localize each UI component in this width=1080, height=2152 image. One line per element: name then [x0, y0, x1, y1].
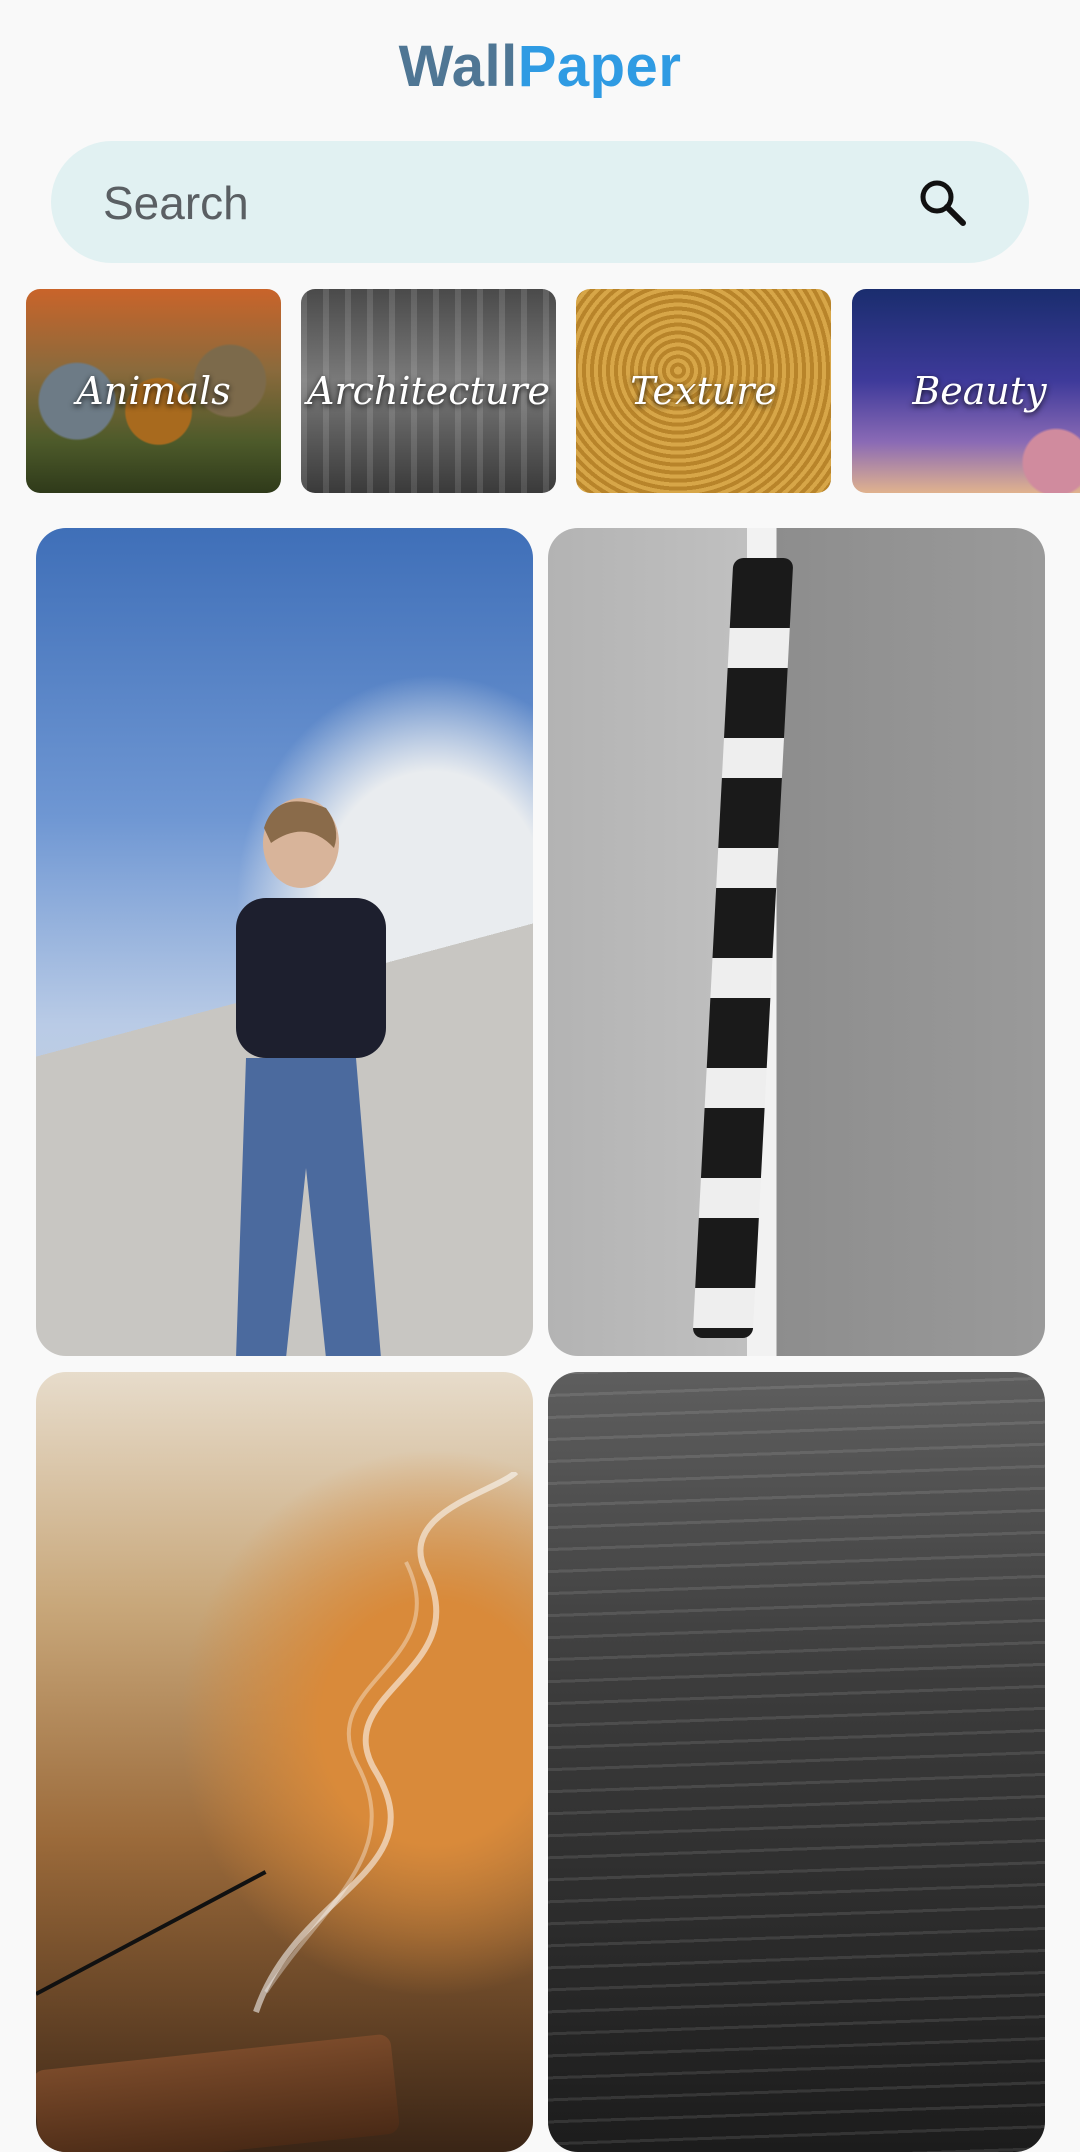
smoke-swirl	[253, 1472, 519, 2013]
search-icon[interactable]	[917, 177, 967, 227]
category-strip: Animals Architecture Texture Beauty	[26, 289, 1080, 493]
woman-figure-image	[236, 798, 386, 1356]
category-beauty[interactable]: Beauty	[852, 289, 1080, 493]
category-label: Animals	[76, 369, 231, 413]
category-texture[interactable]: Texture	[576, 289, 831, 493]
category-animals[interactable]: Animals	[26, 289, 281, 493]
incense-stick	[36, 1870, 267, 1996]
category-label: Beauty	[912, 369, 1047, 413]
category-label: Architecture	[307, 369, 550, 413]
search-input[interactable]	[101, 141, 885, 265]
search-bar[interactable]	[51, 141, 1029, 265]
wallpaper-tile-water[interactable]	[548, 1372, 1045, 2152]
building-windows	[692, 558, 794, 1338]
category-label: Texture	[630, 369, 777, 413]
app-title: WallPaper	[0, 32, 1080, 102]
app-title-part-paper: Paper	[517, 34, 682, 99]
wallpaper-tile-portrait[interactable]	[36, 528, 533, 1356]
wallpaper-tile-incense[interactable]	[36, 1372, 533, 2152]
incense-holder	[36, 2033, 401, 2152]
app-title-part-wall: Wall	[398, 34, 518, 99]
category-architecture[interactable]: Architecture	[301, 289, 556, 493]
wallpaper-tile-building[interactable]	[548, 528, 1045, 1356]
